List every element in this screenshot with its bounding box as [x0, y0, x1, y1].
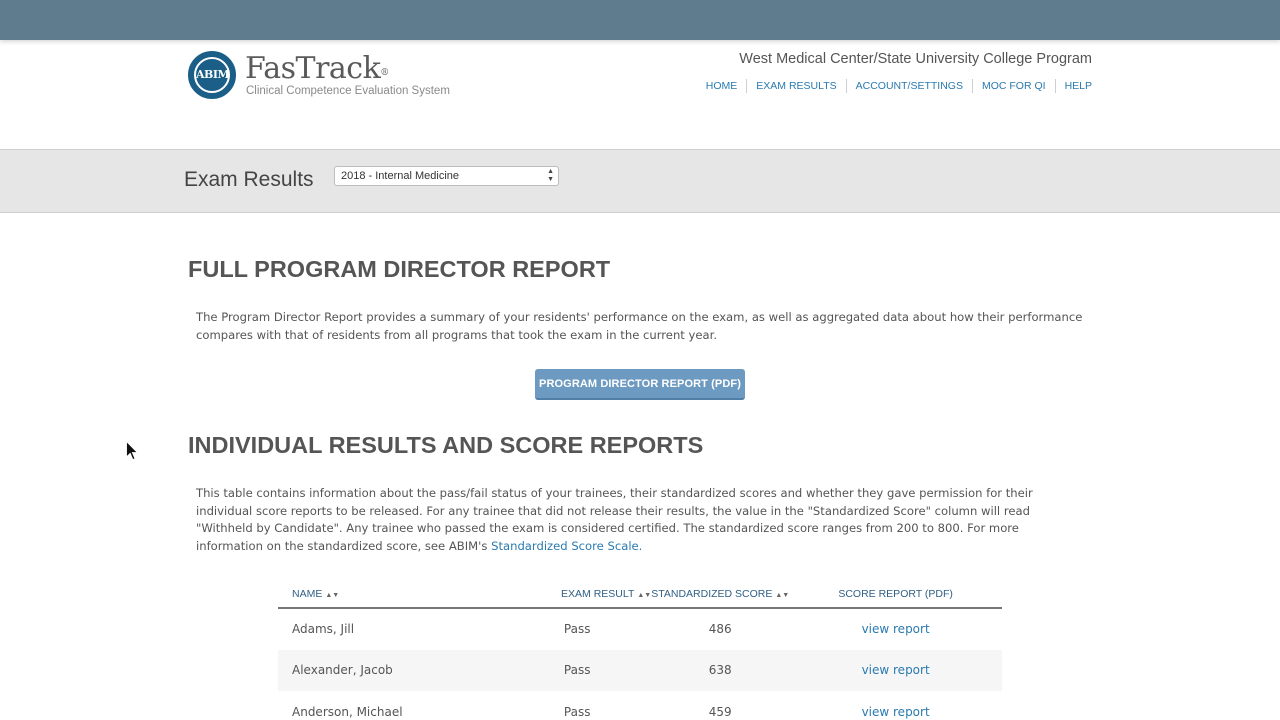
standardized-score-scale-link[interactable]: Standardized Score Scale. — [491, 539, 642, 553]
trainee-name: Adams, Jill — [292, 622, 355, 637]
exam-result: Pass — [563, 704, 591, 719]
individual-results-heading: INDIVIDUAL RESULTS AND SCORE REPORTS — [188, 432, 704, 458]
nav-exam-results[interactable]: EXAM RESULTS — [746, 79, 845, 93]
sort-icon: ▲▼ — [775, 591, 790, 599]
logo-title: FasTrack® — [245, 51, 389, 86]
fastrack-logo[interactable]: ABIM FasTrack® Clinical Competence Evalu… — [188, 51, 488, 103]
full-report-heading: FULL PROGRAM DIRECTOR REPORT — [188, 256, 611, 282]
top-nav: HOME EXAM RESULTS ACCOUNT/SETTINGS MOC F… — [697, 79, 1092, 93]
col-exam-result-header[interactable]: EXAM RESULT ▲▼ — [503, 580, 652, 609]
standardized-score: 459 — [708, 704, 732, 719]
page-title: Exam Results — [184, 168, 314, 191]
table-row: Anderson, Michael Pass 459 view report — [278, 691, 1002, 720]
table-row: Alexander, Jacob Pass 638 view report — [278, 649, 1002, 691]
logo-badge-text: ABIM — [194, 57, 230, 93]
view-report-link[interactable]: view report — [862, 705, 930, 719]
abim-badge-icon: ABIM — [188, 51, 236, 99]
table-header-row: NAME ▲▼ EXAM RESULT ▲▼ STANDARDIZED SCORE ▲… — [278, 580, 1002, 609]
view-report-link[interactable]: view report — [862, 663, 930, 677]
select-arrows-icon: ▲ ▼ — [547, 168, 554, 183]
exam-result: Pass — [563, 622, 591, 637]
table-row: Adams, Jill Pass 486 view report — [278, 608, 1002, 650]
program-director-report-button[interactable]: PROGRAM DIRECTOR REPORT (PDF) — [535, 369, 745, 400]
nav-help[interactable]: HELP — [1054, 79, 1092, 93]
results-table: NAME ▲▼ EXAM RESULT ▲▼ STANDARDIZED SCORE ▲… — [278, 580, 1002, 720]
full-report-description: The Program Director Report provides a s… — [196, 310, 1083, 342]
score-report-cell: view report — [789, 608, 1002, 650]
standardized-score: 486 — [708, 622, 732, 637]
score-report-cell: view report — [789, 649, 1002, 691]
top-bar — [0, 0, 1280, 40]
sort-icon: ▲▼ — [637, 591, 652, 599]
logo-subtitle: Clinical Competence Evaluation System — [246, 85, 450, 97]
exam-select-value: 2018 - Internal Medicine — [341, 170, 460, 182]
view-report-link[interactable]: view report — [862, 622, 930, 636]
standardized-score: 638 — [651, 649, 790, 691]
mouse-cursor-icon — [126, 441, 138, 461]
individual-results-description: This table contains information about th… — [196, 486, 1033, 553]
nav-moc-for-qi[interactable]: MOC FOR QI — [971, 79, 1055, 93]
sort-icon: ▲▼ — [325, 591, 340, 599]
trainee-name: Anderson, Michael — [292, 704, 403, 719]
exam-select[interactable]: 2018 - Internal Medicine ▲ ▼ — [334, 166, 559, 186]
program-name: West Medical Center/State University Col… — [739, 51, 1092, 67]
exam-result: Pass — [503, 649, 652, 691]
col-score-report-header: SCORE REPORT (PDF) — [789, 580, 1002, 609]
nav-home[interactable]: HOME — [697, 79, 747, 93]
score-report-cell: view report — [789, 691, 1002, 720]
col-standardized-score-header[interactable]: STANDARDIZED SCORE ▲▼ — [651, 580, 790, 609]
col-name-header[interactable]: NAME ▲▼ — [278, 580, 504, 609]
trainee-name: Alexander, Jacob — [278, 649, 504, 691]
nav-account-settings[interactable]: ACCOUNT/SETTINGS — [845, 79, 972, 93]
